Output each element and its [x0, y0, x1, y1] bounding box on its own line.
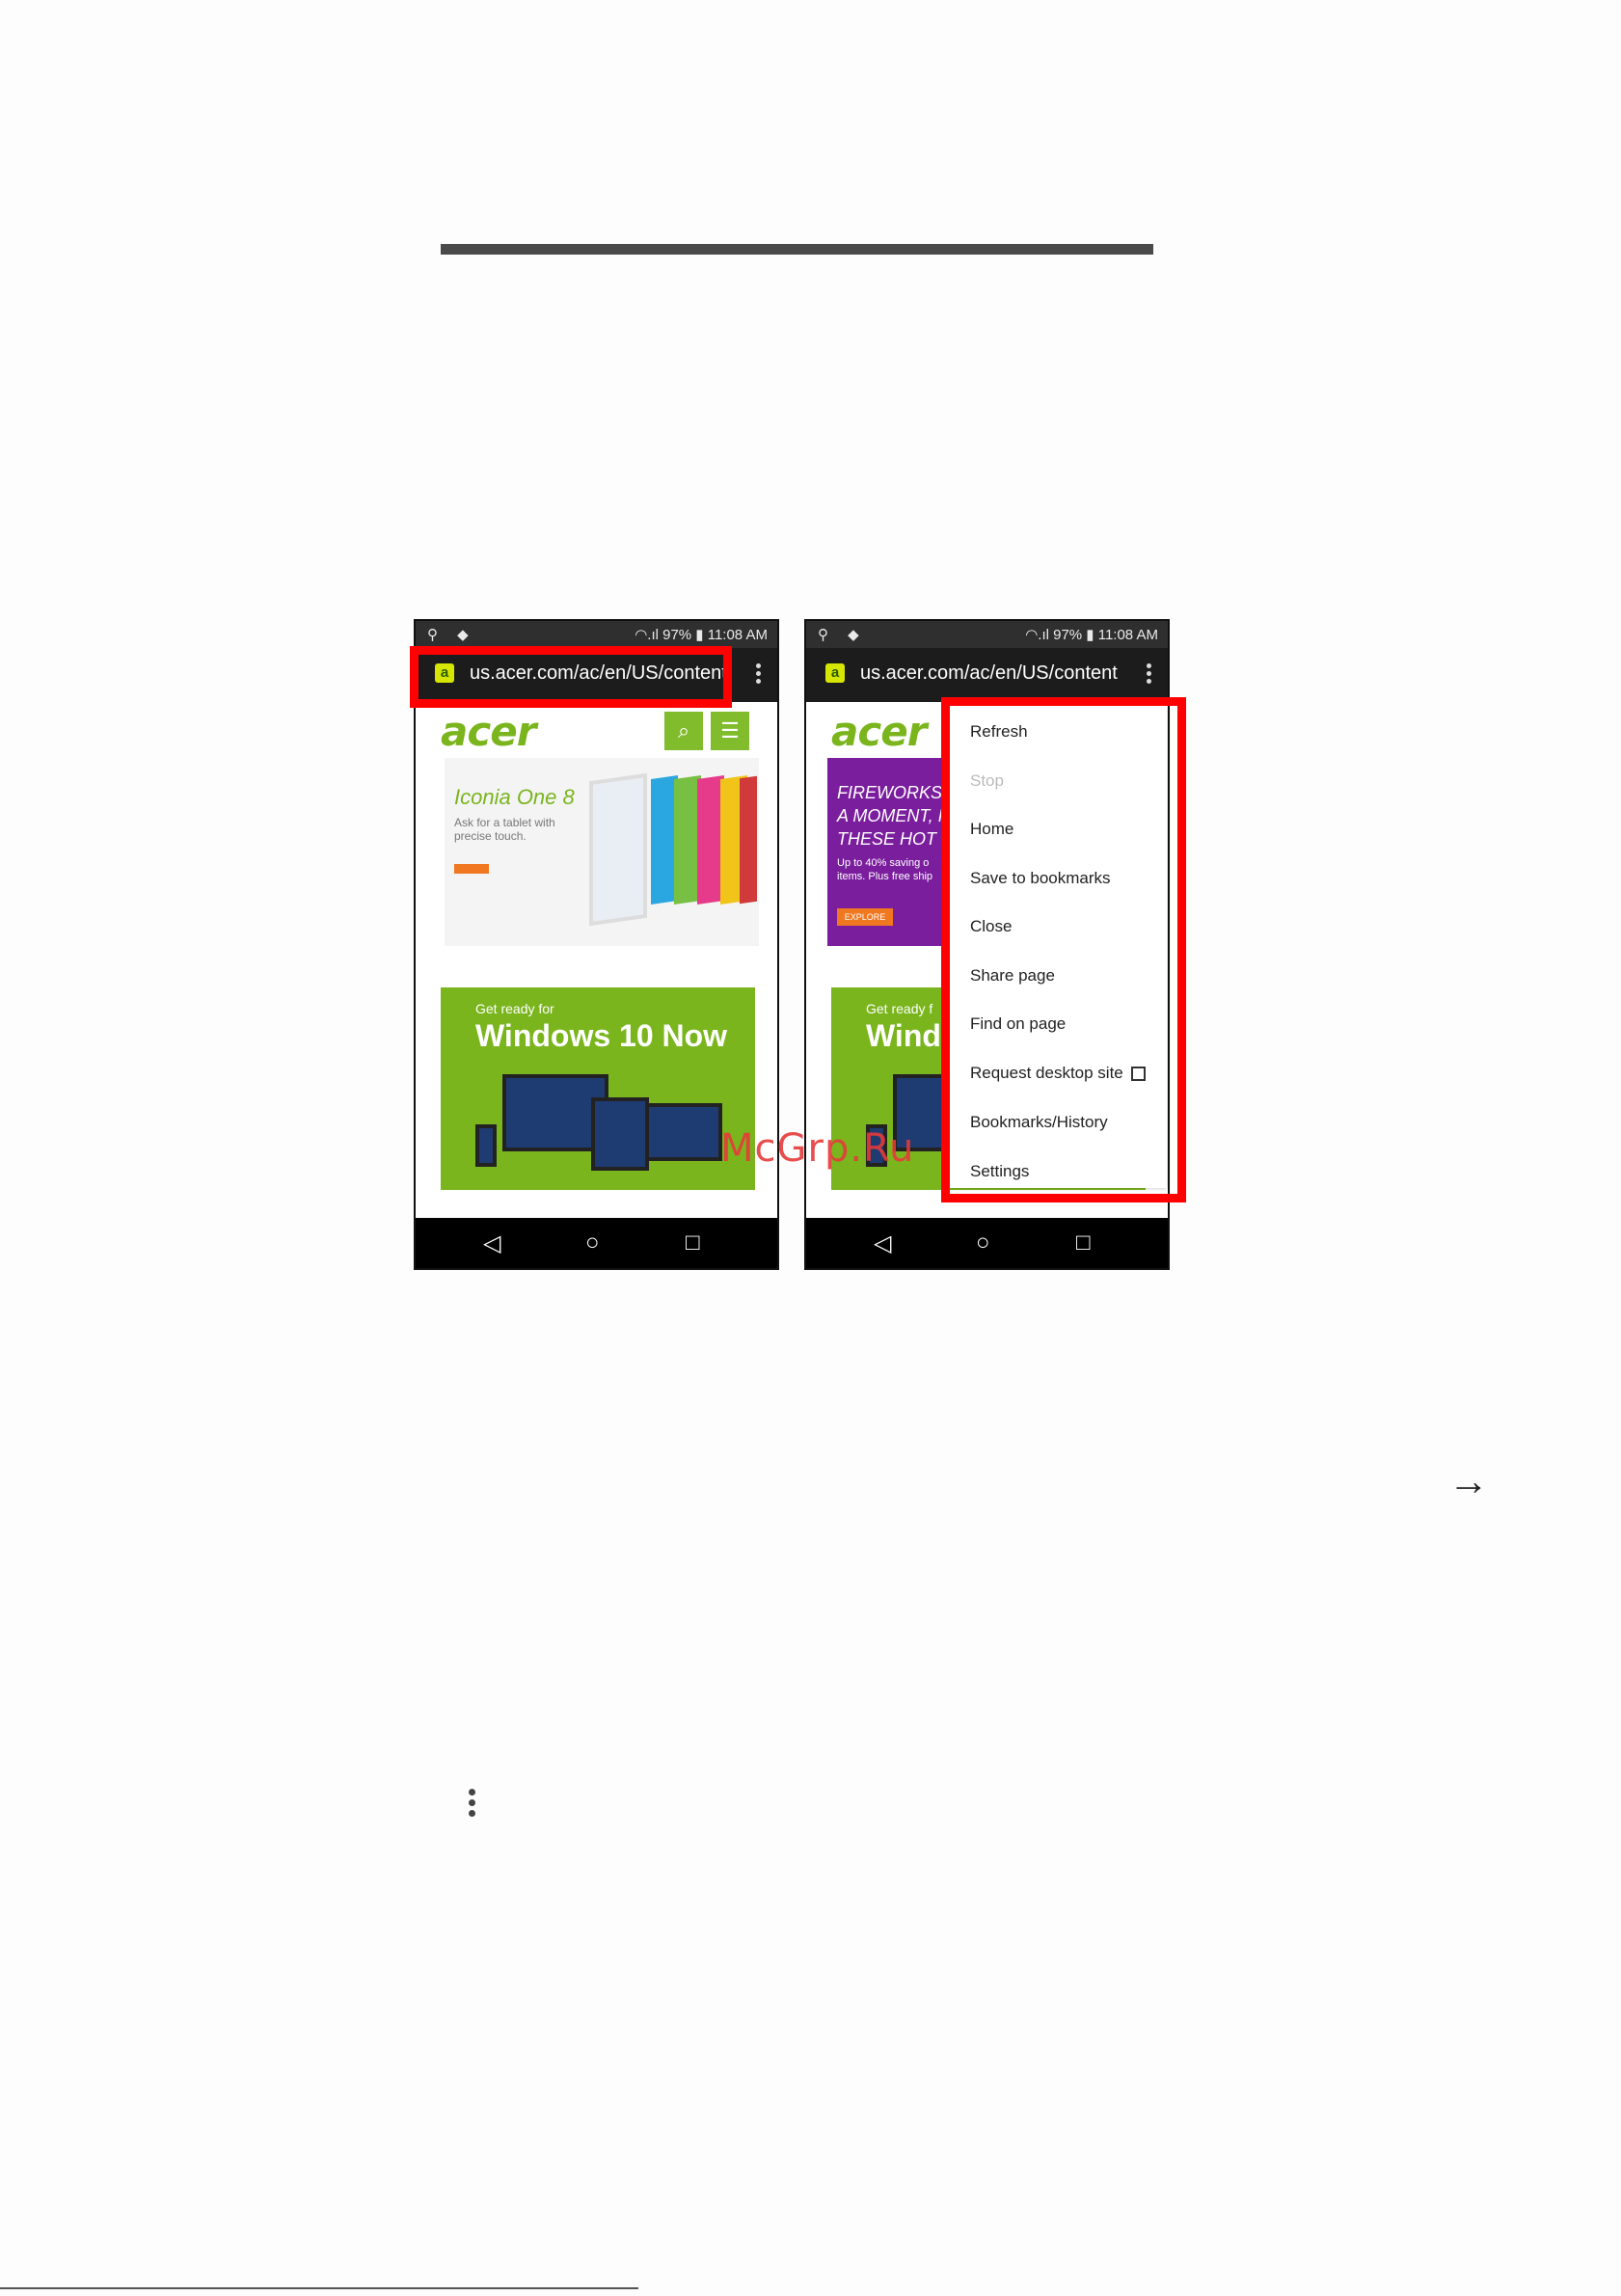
- home-icon[interactable]: ○: [976, 1229, 990, 1256]
- banner2-subtitle: Get ready f: [866, 1001, 933, 1016]
- home-icon[interactable]: ○: [585, 1229, 600, 1256]
- status-notification-icons: ⚲ ◆: [818, 627, 867, 643]
- explore-button[interactable]: EXPLORE: [837, 908, 893, 926]
- android-nav-bar: ◁ ○ □: [806, 1218, 1168, 1268]
- windows10-banner[interactable]: Get ready for Windows 10 Now: [441, 987, 755, 1190]
- status-system-icons: ◠.ıl 97% ▮ 11:08 AM: [635, 627, 768, 643]
- status-notification-icons: ⚲ ◆: [427, 627, 476, 643]
- overflow-menu-icon[interactable]: [1145, 661, 1152, 687]
- menu-highlight: [941, 697, 1186, 1202]
- bottom-rule: [0, 2287, 638, 2289]
- back-icon[interactable]: ◁: [483, 1229, 500, 1257]
- tablet-image: [589, 772, 647, 927]
- acer-logo[interactable]: acer: [441, 708, 536, 755]
- status-system-icons: ◠.ıl 97% ▮ 11:08 AM: [1025, 627, 1158, 643]
- top-rule: [441, 244, 1153, 255]
- tablet-color-red: [740, 775, 757, 905]
- acer-logo[interactable]: acer: [831, 708, 927, 755]
- recent-apps-icon[interactable]: □: [686, 1229, 700, 1256]
- banner2-subtitle: Get ready for: [475, 1001, 554, 1016]
- watermark: McGrp.Ru: [720, 1126, 915, 1171]
- hamburger-menu-icon[interactable]: ☰: [711, 712, 749, 750]
- overflow-menu-icon[interactable]: [754, 661, 762, 687]
- vertical-dots-icon: [469, 1785, 478, 1821]
- address-bar[interactable]: a us.acer.com/ac/en/US/content: [806, 648, 1168, 702]
- url-text[interactable]: us.acer.com/ac/en/US/content: [860, 662, 1118, 685]
- address-bar-highlight: [410, 646, 732, 708]
- banner-cta-button[interactable]: [454, 864, 489, 874]
- banner2-title: Wind: [866, 1018, 941, 1053]
- banner2-title: Windows 10 Now: [475, 1018, 728, 1053]
- status-bar: ⚲ ◆ ◠.ıl 97% ▮ 11:08 AM: [416, 621, 777, 648]
- status-bar: ⚲ ◆ ◠.ıl 97% ▮ 11:08 AM: [806, 621, 1168, 648]
- phone-screenshot-left: ⚲ ◆ ◠.ıl 97% ▮ 11:08 AM a us.acer.com/ac…: [414, 619, 779, 1270]
- android-nav-bar: ◁ ○ □: [416, 1218, 777, 1268]
- banner3-text: Up to 40% saving o items. Plus free ship: [837, 857, 933, 882]
- recent-apps-icon[interactable]: □: [1076, 1229, 1091, 1256]
- devices-image: [475, 1074, 726, 1180]
- back-icon[interactable]: ◁: [874, 1229, 891, 1257]
- iconia-banner[interactable]: Iconia One 8 Ask for a tablet with preci…: [445, 758, 759, 946]
- banner-title: Iconia One 8: [454, 785, 575, 809]
- arrow-right-icon: →: [1448, 1458, 1489, 1503]
- site-favicon-icon: a: [825, 663, 845, 683]
- search-icon[interactable]: ⌕: [664, 712, 703, 750]
- banner-text: Ask for a tablet with precise touch.: [454, 816, 555, 843]
